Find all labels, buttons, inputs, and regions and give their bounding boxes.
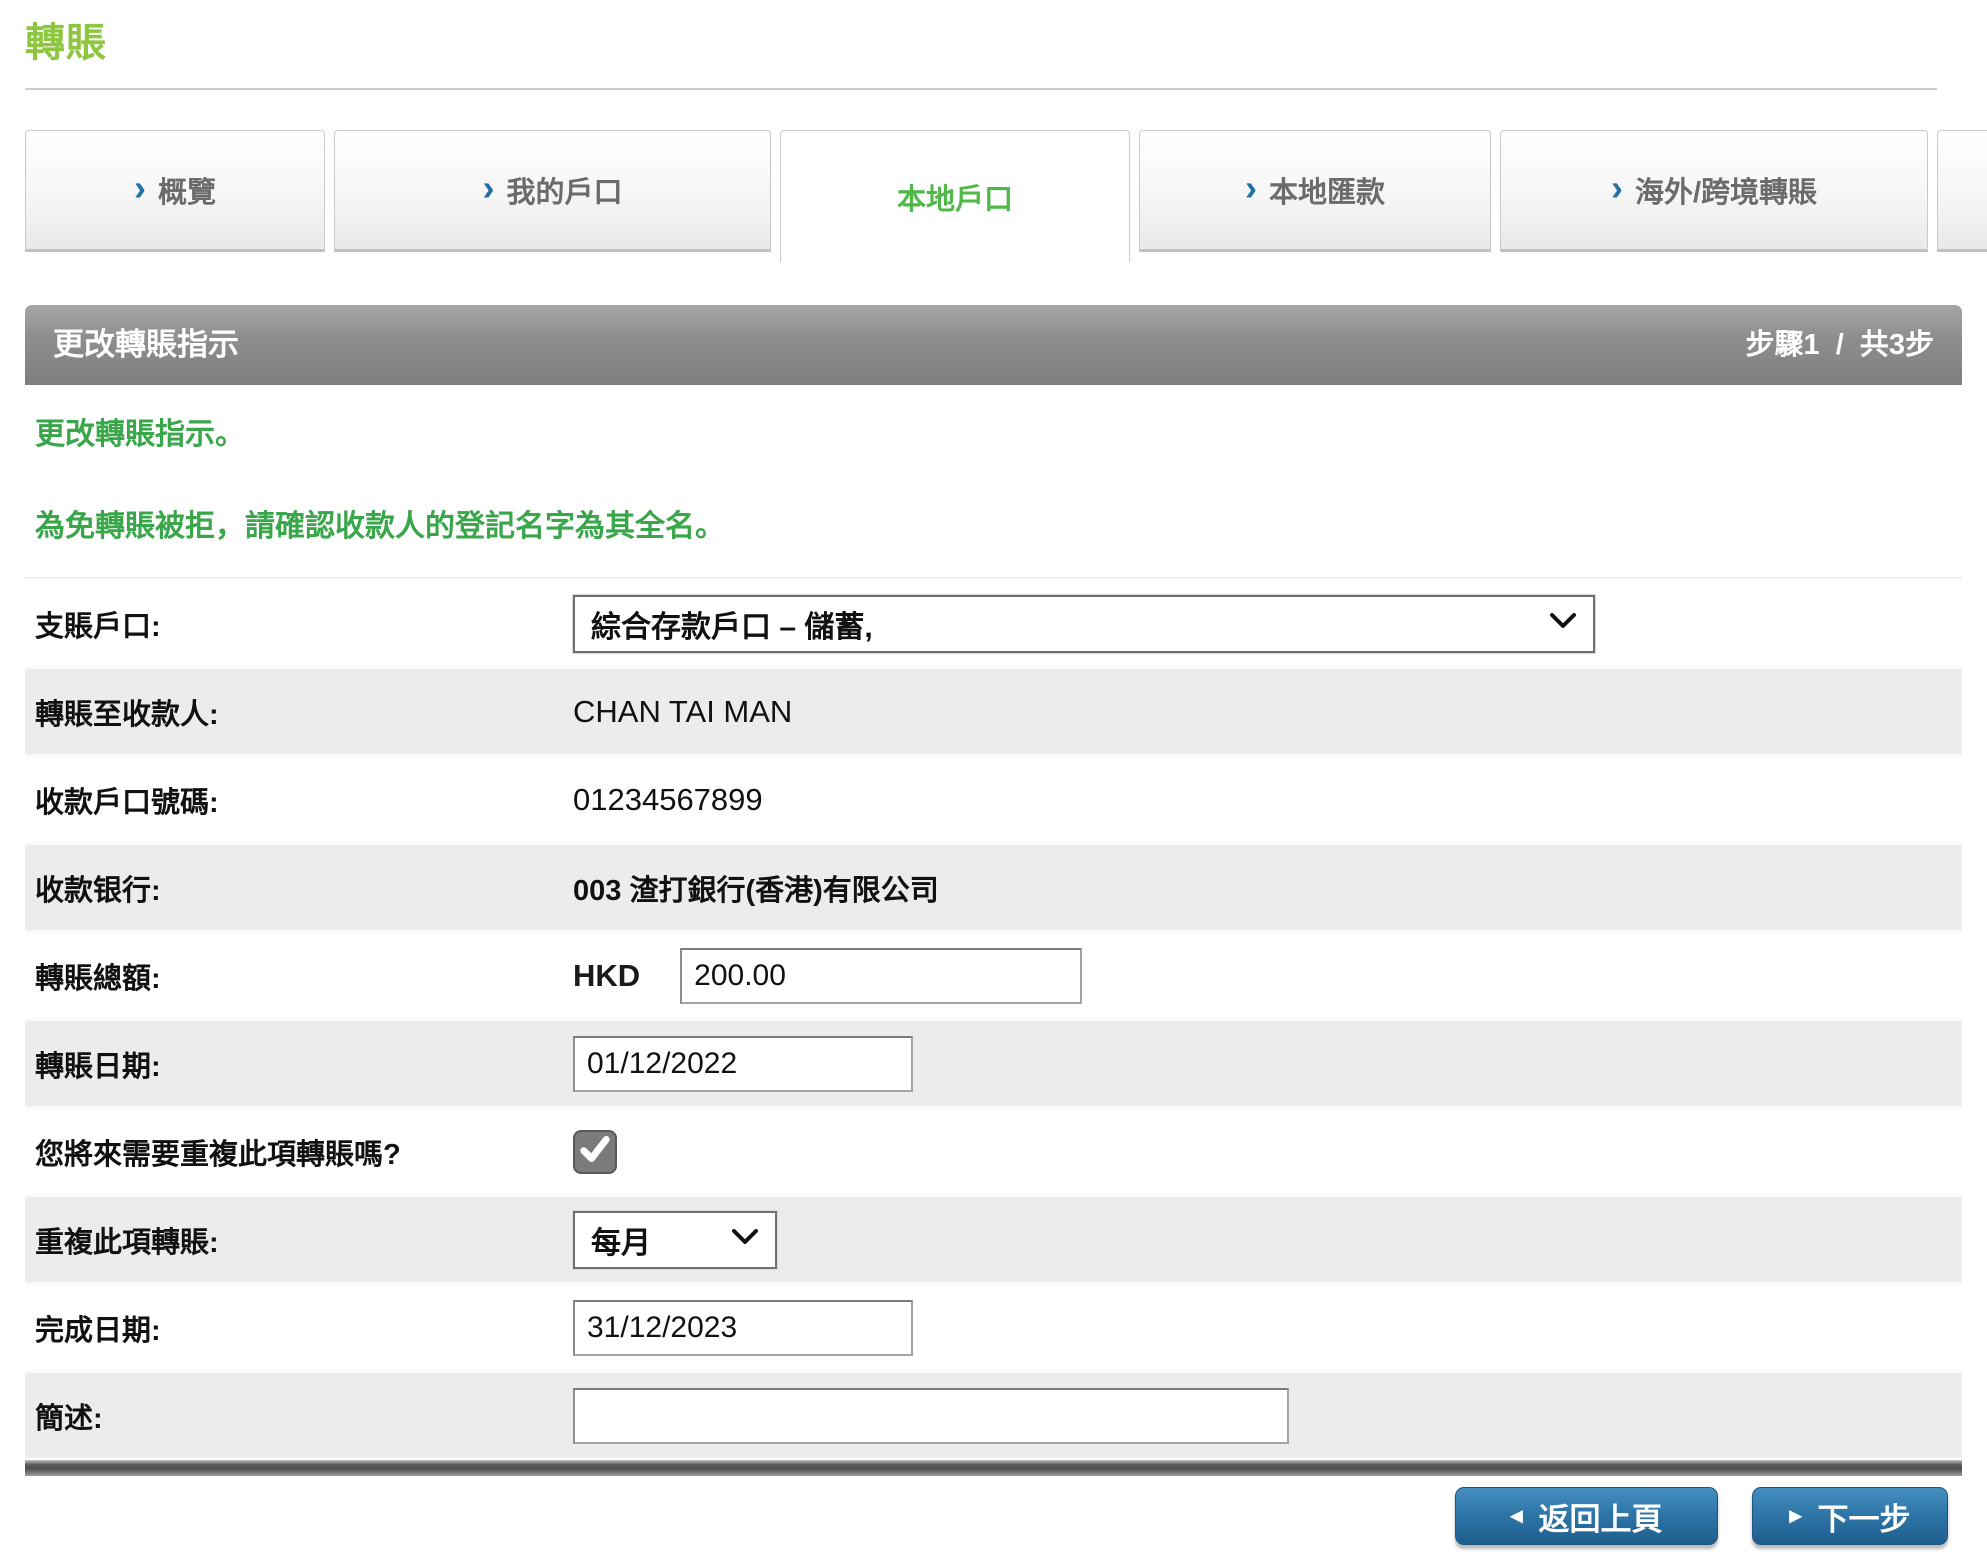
back-button[interactable]: ◂ 返回上頁 <box>1455 1487 1718 1545</box>
tab-overview[interactable]: › 概覽 <box>25 130 325 252</box>
repeat-checkbox[interactable] <box>573 1130 617 1174</box>
arrow-left-icon: ◂ <box>1510 1504 1522 1528</box>
row-memo: 簡述: <box>25 1370 1962 1458</box>
transfer-page: 轉賬 › 概覽 › 我的戶口 本地戶口 › 本地匯款 › 海外/跨境轉賬 更改轉… <box>0 0 1987 1557</box>
repeat-question-label: 您將來需要重複此項轉賬嗎? <box>25 1131 573 1173</box>
debit-account-label: 支賬戶口: <box>25 603 573 645</box>
transfer-form: 支賬戶口: 綜合存款戶口 – 儲蓄, 轉賬至收款人: CHAN TAI MAN <box>25 577 1962 1458</box>
end-date-input[interactable] <box>573 1300 913 1356</box>
tab-local-remittance[interactable]: › 本地匯款 <box>1139 130 1491 252</box>
tab-label: 本地匯款 <box>1269 169 1385 211</box>
payee-bank-value: 003 渣打銀行(香港)有限公司 <box>573 867 939 909</box>
tab-label: 我的戶口 <box>506 169 622 211</box>
form-bottom-divider <box>25 1460 1962 1476</box>
next-button[interactable]: ▸ 下一步 <box>1752 1487 1948 1545</box>
payee-bank-label: 收款银行: <box>25 867 573 909</box>
row-payee-bank: 收款银行: 003 渣打銀行(香港)有限公司 <box>25 842 1962 930</box>
arrow-right-icon: ▸ <box>1789 1504 1801 1528</box>
tab-bar: › 概覽 › 我的戶口 本地戶口 › 本地匯款 › 海外/跨境轉賬 <box>25 130 1987 264</box>
debit-account-select[interactable]: 綜合存款戶口 – 儲蓄, <box>573 595 1595 653</box>
row-debit-account: 支賬戶口: 綜合存款戶口 – 儲蓄, <box>25 578 1962 666</box>
check-icon <box>576 1130 614 1173</box>
chevron-right-icon: › <box>134 170 146 206</box>
amount-input[interactable] <box>680 948 1082 1004</box>
chevron-right-icon: › <box>482 170 494 206</box>
row-transfer-date: 轉賬日期: <box>25 1018 1962 1106</box>
end-date-label: 完成日期: <box>25 1307 573 1349</box>
repeat-frequency-select[interactable]: 每月 <box>573 1211 777 1269</box>
repeat-frequency-value: 每月 <box>591 1218 651 1262</box>
tab-label: 概覽 <box>158 169 216 211</box>
section-header: 更改轉賬指示 步驟1 / 共3步 <box>25 305 1962 385</box>
currency-code: HKD <box>573 958 640 994</box>
title-divider <box>25 88 1937 90</box>
payee-account-label: 收款戶口號碼: <box>25 779 573 821</box>
tab-label: 海外/跨境轉賬 <box>1635 169 1817 211</box>
row-repeat-frequency: 重複此項轉賬: 每月 <box>25 1194 1962 1282</box>
row-payee-account: 收款戶口號碼: 01234567899 <box>25 754 1962 842</box>
transfer-date-input[interactable] <box>573 1036 913 1092</box>
action-buttons: ◂ 返回上頁 ▸ 下一步 <box>1455 1487 1948 1545</box>
step-indicator: 步驟1 / 共3步 <box>1745 305 1934 385</box>
next-button-label: 下一步 <box>1818 1494 1911 1539</box>
tab-label: 本地戶口 <box>897 176 1013 218</box>
instruction-line-1: 更改轉賬指示。 <box>25 385 1962 453</box>
debit-account-value: 綜合存款戶口 – 儲蓄, <box>591 602 873 646</box>
tab-overseas-transfer[interactable]: › 海外/跨境轉賬 <box>1500 130 1928 252</box>
section-title: 更改轉賬指示 <box>53 305 239 385</box>
chevron-down-icon <box>731 1228 759 1251</box>
page-title: 轉賬 <box>25 10 107 68</box>
payee-name-value: CHAN TAI MAN <box>573 694 792 730</box>
row-amount: 轉賬總額: HKD <box>25 930 1962 1018</box>
tab-partial[interactable] <box>1937 130 1987 252</box>
chevron-down-icon <box>1549 612 1577 635</box>
chevron-right-icon: › <box>1245 170 1257 206</box>
amount-label: 轉賬總額: <box>25 955 573 997</box>
transfer-date-label: 轉賬日期: <box>25 1043 573 1085</box>
payee-account-value: 01234567899 <box>573 782 763 818</box>
back-button-label: 返回上頁 <box>1539 1494 1663 1539</box>
repeat-frequency-label: 重複此項轉賬: <box>25 1219 573 1261</box>
tab-local-accounts[interactable]: 本地戶口 <box>780 130 1130 262</box>
memo-label: 簡述: <box>25 1395 573 1437</box>
row-repeat-question: 您將來需要重複此項轉賬嗎? <box>25 1106 1962 1194</box>
row-payee-name: 轉賬至收款人: CHAN TAI MAN <box>25 666 1962 754</box>
tab-my-accounts[interactable]: › 我的戶口 <box>334 130 771 252</box>
chevron-right-icon: › <box>1611 170 1623 206</box>
form-panel: 更改轉賬指示。 為免轉賬被拒，請確認收款人的登記名字為其全名。 支賬戶口: 綜合… <box>25 385 1962 1476</box>
row-end-date: 完成日期: <box>25 1282 1962 1370</box>
payee-name-label: 轉賬至收款人: <box>25 691 573 733</box>
instruction-line-2: 為免轉賬被拒，請確認收款人的登記名字為其全名。 <box>25 453 1962 577</box>
memo-input[interactable] <box>573 1388 1289 1444</box>
